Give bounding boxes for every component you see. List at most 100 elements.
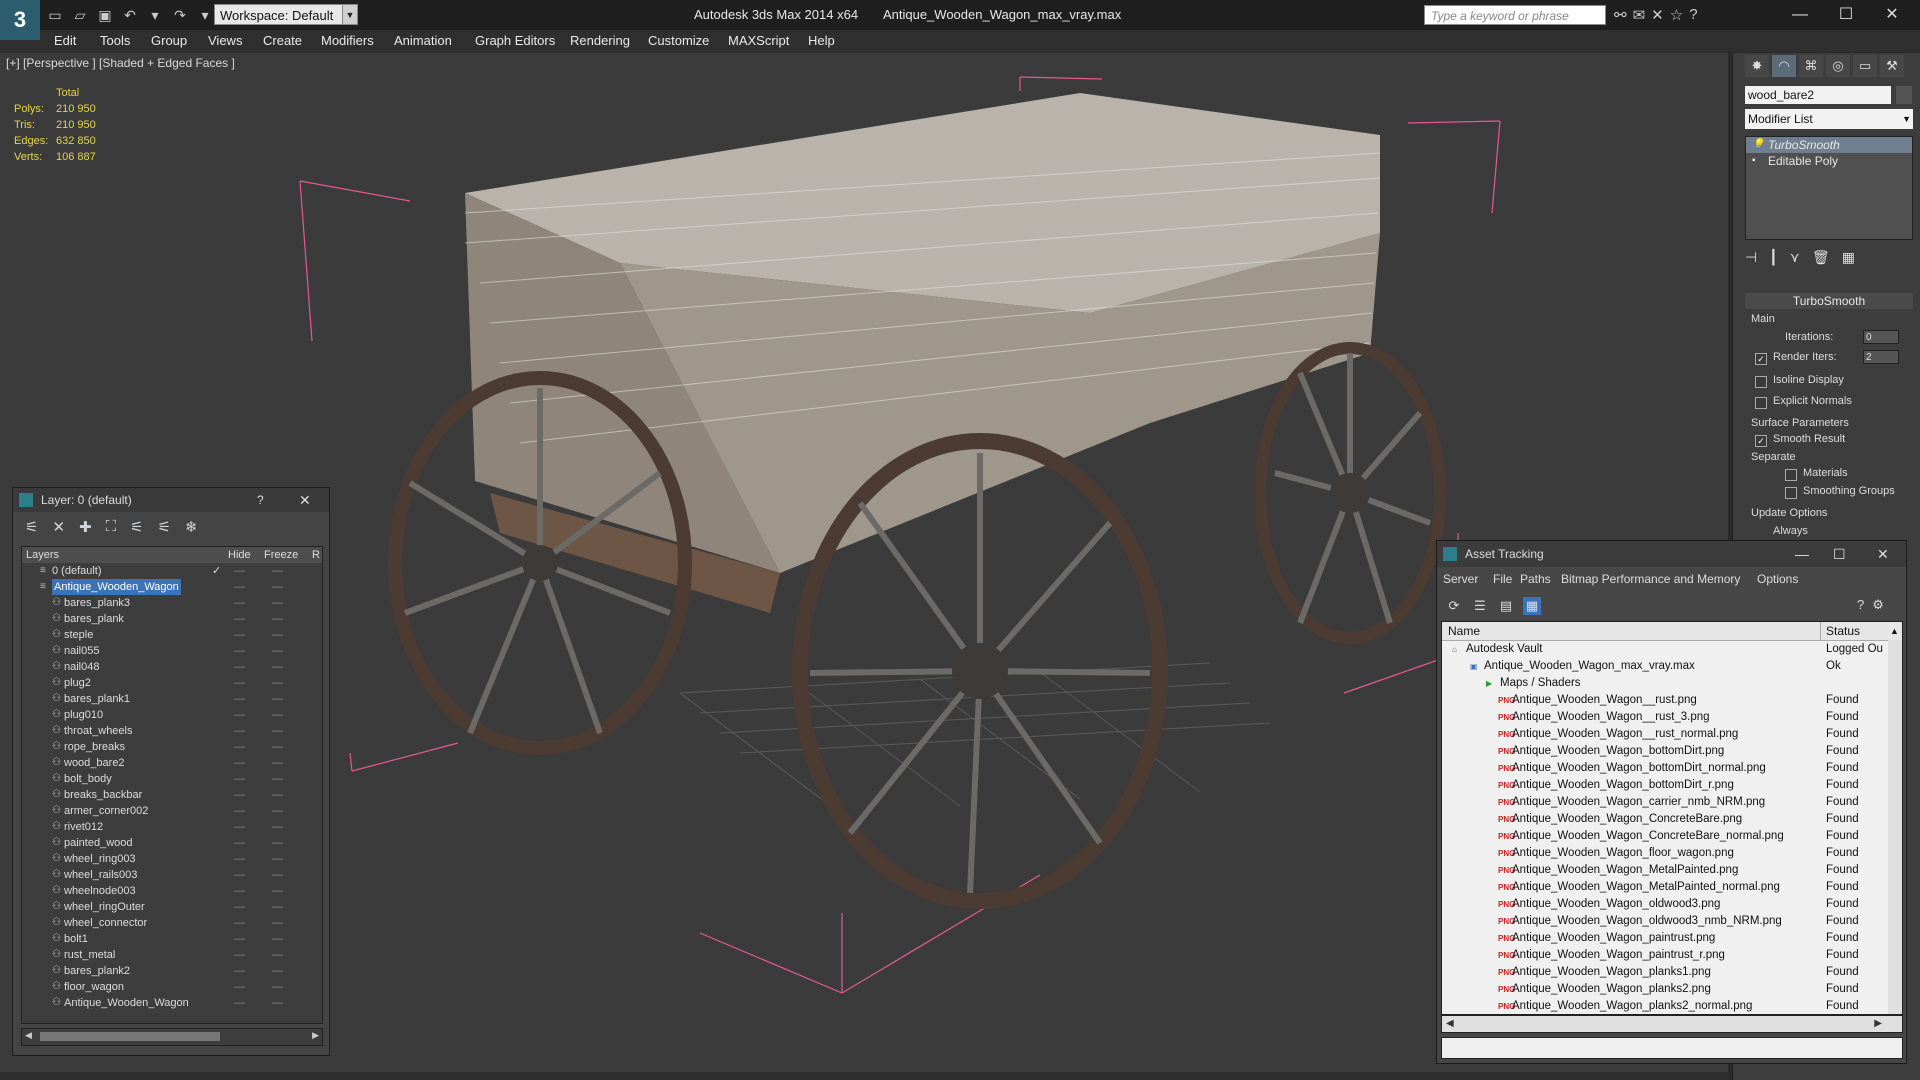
always-radio-label[interactable]: Always	[1773, 525, 1808, 537]
scroll-left-icon[interactable]: ◀	[1446, 1016, 1454, 1032]
layer-row[interactable]: ⚇ rust_metal — —	[22, 947, 322, 963]
scroll-thumb[interactable]	[40, 1032, 220, 1041]
modifier-list-dropdown[interactable]: Modifier List ▼	[1745, 109, 1913, 129]
menu-group[interactable]: Group	[151, 33, 187, 48]
favorites-star-icon[interactable]: ☆	[1670, 6, 1683, 24]
hide-toggle[interactable]: —	[234, 723, 245, 739]
hide-toggle[interactable]: —	[234, 659, 245, 675]
render-iters-checkbox[interactable]: ✓	[1755, 353, 1767, 365]
layer-row[interactable]: ⚇ wheel_ringOuter — —	[22, 899, 322, 915]
app-logo-icon[interactable]: 3	[0, 0, 40, 40]
layer-row[interactable]: ⚇ bares_plank3 — —	[22, 595, 322, 611]
layer-horizontal-scrollbar[interactable]: ◀ ▶	[21, 1028, 323, 1046]
list-view-icon[interactable]: ☰	[1471, 597, 1489, 615]
menu-animation[interactable]: Animation	[394, 33, 452, 48]
asset-row[interactable]: PNG Antique_Wooden_Wagon__rust_3.png Found	[1442, 709, 1888, 726]
freeze-toggle[interactable]: —	[272, 707, 283, 723]
freeze-toggle[interactable]: —	[272, 819, 283, 835]
freeze-toggle[interactable]: —	[272, 803, 283, 819]
new-file-icon[interactable]: ▭	[44, 5, 66, 25]
freeze-toggle[interactable]: —	[272, 563, 283, 579]
freeze-toggle[interactable]: —	[272, 851, 283, 867]
column-status[interactable]: Status	[1826, 622, 1860, 640]
scroll-right-icon[interactable]: ▶	[312, 1030, 319, 1041]
turbosmooth-rollout-header[interactable]: TurboSmooth	[1745, 293, 1913, 309]
binoculars-icon[interactable]: ⚯	[1614, 6, 1627, 24]
asset-row[interactable]: ▶ Maps / Shaders	[1442, 675, 1888, 692]
menu-customize[interactable]: Customize	[648, 33, 709, 48]
menu-views[interactable]: Views	[208, 33, 242, 48]
layer-row[interactable]: ⚇ bares_plank1 — —	[22, 691, 322, 707]
freeze-all-icon[interactable]: ❄	[185, 518, 198, 536]
menu-bitmap-performance[interactable]: Bitmap Performance and Memory	[1561, 567, 1740, 591]
asset-row[interactable]: PNG Antique_Wooden_Wagon_paintrust.png Fou…	[1442, 930, 1888, 947]
menu-help[interactable]: Help	[808, 33, 835, 48]
hide-toggle[interactable]: —	[234, 739, 245, 755]
refresh-icon[interactable]: ⟳	[1445, 597, 1463, 615]
hide-toggle[interactable]: —	[234, 643, 245, 659]
highlight-selected-icon[interactable]: ⚟	[130, 518, 143, 536]
freeze-toggle[interactable]: —	[272, 867, 283, 883]
column-separator[interactable]	[1820, 622, 1821, 640]
menu-maxscript[interactable]: MAXScript	[728, 33, 789, 48]
asset-row[interactable]: PNG Antique_Wooden_Wagon_ConcreteBare_nor…	[1442, 828, 1888, 845]
layer-row[interactable]: ⚇ wheel_connector — —	[22, 915, 322, 931]
scroll-right-icon[interactable]: ▶	[1874, 1016, 1882, 1032]
help-icon[interactable]: ?	[1689, 6, 1697, 24]
freeze-toggle[interactable]: —	[272, 835, 283, 851]
asset-window-titlebar[interactable]: Asset Tracking — ☐ ✕	[1437, 541, 1906, 567]
help-icon[interactable]: ?	[257, 488, 264, 512]
make-unique-icon[interactable]: ⋎	[1790, 249, 1800, 266]
layer-row[interactable]: ⚇ throat_wheels — —	[22, 723, 322, 739]
asset-row[interactable]: PNG Antique_Wooden_Wagon_oldwood3.png Foun…	[1442, 896, 1888, 913]
asset-row[interactable]: PNG Antique_Wooden_Wagon__rust_normal.png…	[1442, 726, 1888, 743]
column-hide[interactable]: Hide	[228, 547, 251, 563]
settings-icon[interactable]: ⚙	[1872, 597, 1884, 613]
iterations-spinner[interactable]: 0	[1863, 330, 1899, 344]
freeze-toggle[interactable]: —	[272, 947, 283, 963]
layer-row[interactable]: ⚇ plug2 — —	[22, 675, 322, 691]
menu-graph-editors[interactable]: Graph Editors	[475, 33, 555, 48]
help-icon[interactable]: ?	[1857, 597, 1864, 613]
asset-row[interactable]: PNG Antique_Wooden_Wagon_paintrust_r.png F…	[1442, 947, 1888, 964]
layer-row[interactable]: ⚇ rivet012 — —	[22, 819, 322, 835]
freeze-toggle[interactable]: —	[272, 899, 283, 915]
configure-sets-icon[interactable]: ▦	[1842, 249, 1855, 266]
freeze-toggle[interactable]: —	[272, 691, 283, 707]
layer-row[interactable]: ⚇ wheel_rails003 — —	[22, 867, 322, 883]
hide-toggle[interactable]: —	[234, 803, 245, 819]
asset-row[interactable]: ▣ Antique_Wooden_Wagon_max_vray.max Ok	[1442, 658, 1888, 675]
hide-toggle[interactable]: —	[234, 867, 245, 883]
hide-toggle[interactable]: —	[234, 755, 245, 771]
freeze-toggle[interactable]: —	[272, 771, 283, 787]
freeze-toggle[interactable]: —	[272, 931, 283, 947]
layer-window-titlebar[interactable]: Layer: 0 (default) ? ✕	[13, 488, 329, 512]
modify-tab-icon[interactable]: ◠	[1772, 55, 1796, 77]
freeze-toggle[interactable]: —	[272, 659, 283, 675]
hide-toggle[interactable]: —	[234, 851, 245, 867]
redo-dropdown-icon[interactable]: ▾	[194, 5, 216, 25]
lightbulb-icon[interactable]: 💡	[1752, 137, 1764, 153]
menu-server[interactable]: Server	[1443, 567, 1478, 591]
hide-toggle[interactable]: —	[234, 787, 245, 803]
asset-row[interactable]: PNG Antique_Wooden_Wagon_bottomDirt_norma…	[1442, 760, 1888, 777]
column-name[interactable]: Name	[1448, 622, 1480, 640]
isoline-display-checkbox[interactable]	[1755, 376, 1767, 388]
freeze-toggle[interactable]: —	[272, 915, 283, 931]
select-objects-icon[interactable]: ⛶	[106, 518, 117, 536]
hide-toggle[interactable]: —	[234, 611, 245, 627]
expand-icon[interactable]: ▪	[1752, 153, 1756, 169]
asset-vertical-scrollbar[interactable]	[1888, 640, 1902, 1014]
freeze-toggle[interactable]: —	[272, 627, 283, 643]
hide-toggle[interactable]: —	[234, 915, 245, 931]
maximize-button[interactable]: ☐	[1824, 2, 1868, 28]
asset-row[interactable]: PNG Antique_Wooden_Wagon_bottomDirt.png Fo…	[1442, 743, 1888, 760]
menu-edit[interactable]: Edit	[54, 33, 76, 48]
freeze-toggle[interactable]: —	[272, 643, 283, 659]
freeze-toggle[interactable]: —	[272, 611, 283, 627]
undo-icon[interactable]: ↶	[119, 5, 141, 25]
menu-modifiers[interactable]: Modifiers	[321, 33, 374, 48]
asset-path-field[interactable]	[1441, 1037, 1903, 1059]
layer-row[interactable]: ⚇ wheel_ring003 — —	[22, 851, 322, 867]
motion-tab-icon[interactable]: ◎	[1826, 55, 1850, 77]
